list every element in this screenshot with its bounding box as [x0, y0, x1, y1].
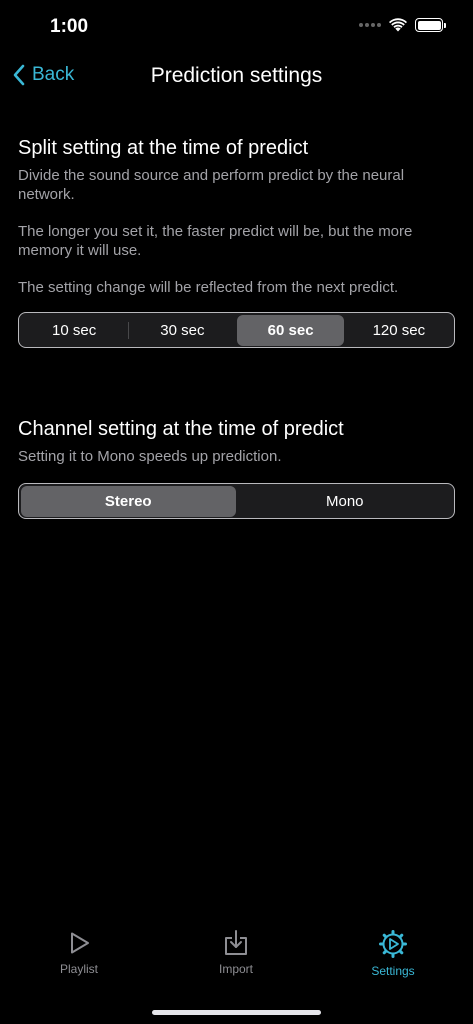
channel-setting-title: Channel setting at the time of predict — [18, 418, 344, 440]
tab-label-import: Import — [218, 962, 253, 976]
split-setting-title: Split setting at the time of predict — [18, 137, 309, 159]
navigation-bar: Prediction settings Back — [0, 54, 473, 98]
status-icons — [359, 18, 446, 32]
status-time: 1:00 — [50, 16, 89, 37]
split-setting-desc-2: The longer you set it, the faster predic… — [18, 223, 413, 259]
segment-120-sec[interactable]: 120 sec — [345, 315, 452, 346]
segment-60-sec[interactable]: 60 sec — [237, 314, 345, 346]
import-icon — [225, 930, 247, 955]
split-duration-segmented-control[interactable]: 10 sec 30 sec 60 sec 120 sec — [18, 312, 455, 348]
channel-segmented-control[interactable]: Stereo Mono — [18, 483, 455, 519]
segment-30-sec[interactable]: 30 sec — [129, 315, 236, 346]
split-setting-control-wrap: 10 sec 30 sec 60 sec 120 sec — [18, 312, 455, 348]
split-setting-desc-1: Divide the sound source and perform pred… — [18, 167, 405, 203]
back-label: Back — [32, 64, 75, 85]
tab-settings[interactable]: Settings — [333, 930, 453, 978]
segment-mono[interactable]: Mono — [237, 486, 453, 517]
split-setting-section: Split setting at the time of predict Div… — [18, 137, 455, 297]
split-setting-desc-3: The setting change will be reflected fro… — [18, 279, 399, 296]
tab-bar: Playlist Import Settings — [0, 914, 473, 1024]
play-icon — [71, 932, 89, 954]
tab-import[interactable]: Import — [176, 930, 296, 976]
home-indicator — [152, 1010, 321, 1015]
channel-setting-desc: Setting it to Mono speeds up prediction. — [18, 448, 282, 465]
channel-setting-control-wrap: Stereo Mono — [18, 483, 455, 519]
battery-icon — [415, 18, 446, 32]
settings-icon — [379, 930, 407, 958]
wifi-icon — [389, 18, 407, 32]
tab-label-playlist: Playlist — [59, 962, 98, 976]
channel-setting-section: Channel setting at the time of predict S… — [18, 418, 455, 466]
tab-playlist[interactable]: Playlist — [19, 930, 139, 976]
status-bar: 1:00 — [0, 0, 473, 54]
back-button[interactable]: Back — [12, 64, 74, 86]
segment-10-sec[interactable]: 10 sec — [21, 315, 128, 346]
chevron-left-icon — [13, 64, 25, 86]
tab-label-settings: Settings — [371, 964, 415, 978]
segment-stereo[interactable]: Stereo — [20, 485, 236, 517]
cellular-signal-icon — [359, 23, 381, 27]
